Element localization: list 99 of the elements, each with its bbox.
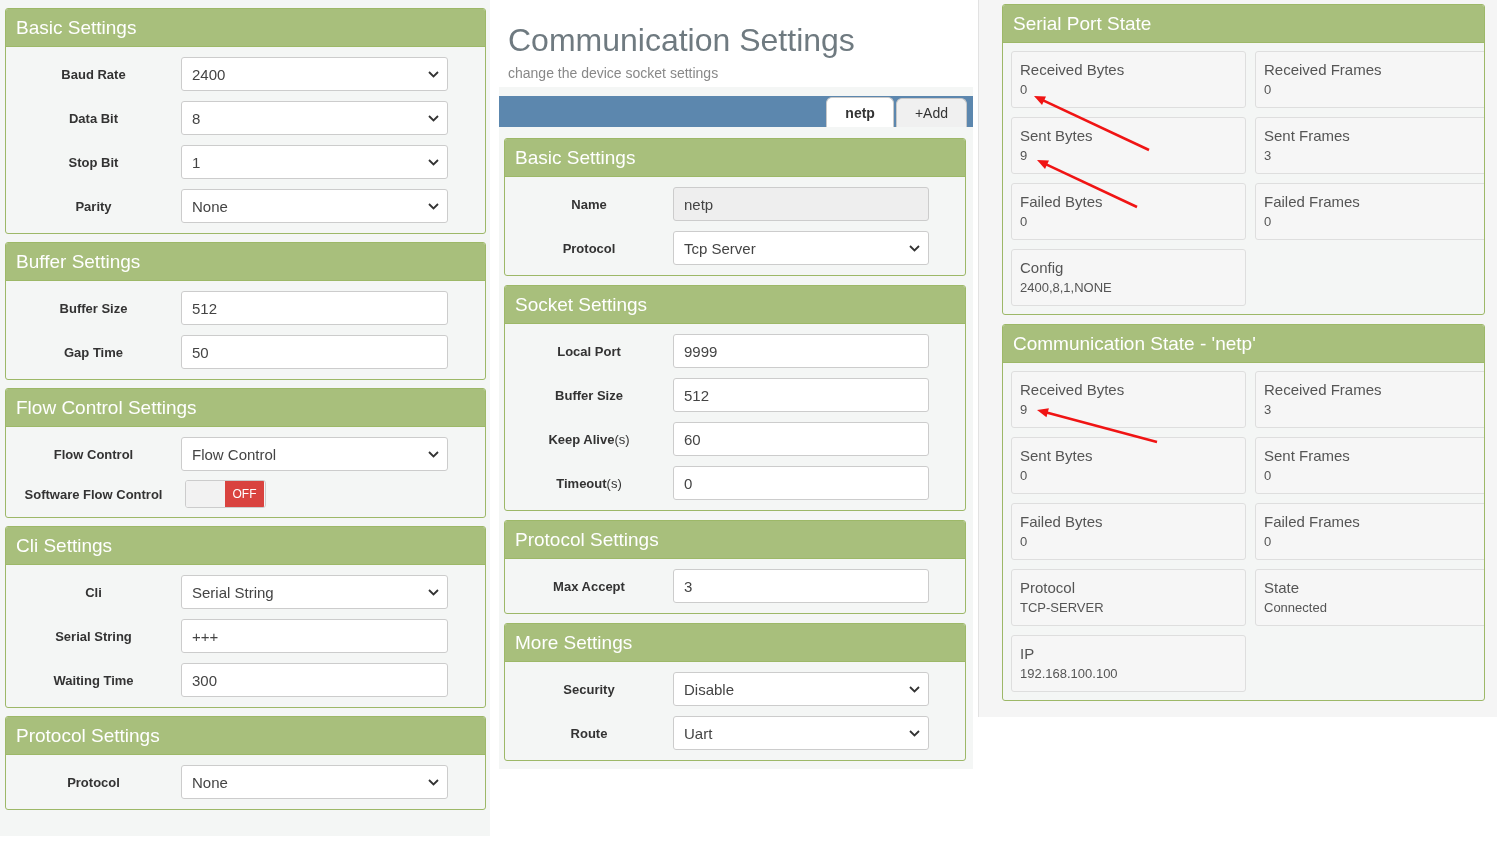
stat-value: 3: [1264, 402, 1273, 417]
stat-value: 0: [1020, 468, 1029, 483]
tab[interactable]: +Add: [895, 98, 967, 127]
field-label: Flow Control: [52, 446, 135, 462]
stat-label: IP: [1020, 645, 1036, 662]
select-field[interactable]: 8: [181, 101, 448, 135]
input-field[interactable]: 300: [181, 663, 448, 697]
field-label: Route: [569, 725, 609, 741]
stat-value: 0: [1020, 534, 1029, 549]
toggle-switch[interactable]: OFF: [185, 480, 266, 508]
input-field[interactable]: 0: [673, 466, 929, 500]
input-field[interactable]: 3: [673, 569, 929, 603]
stat-label: Failed Bytes: [1020, 193, 1104, 210]
panel-title: Socket Settings: [505, 286, 965, 324]
input-field[interactable]: netp: [673, 187, 929, 221]
field-label: Security: [562, 681, 616, 697]
stat-label: Received Frames: [1264, 381, 1383, 398]
stat-value: 0: [1020, 82, 1029, 97]
panel-title: Serial Port State: [1003, 5, 1484, 43]
page-title: Communication Settings: [508, 22, 856, 59]
field-label: Keep Alive(s): [547, 431, 631, 447]
select-field[interactable]: None: [181, 765, 448, 799]
stat-label: Received Frames: [1264, 61, 1383, 78]
stat-label: Failed Frames: [1264, 193, 1361, 210]
chevron-down-icon: [428, 202, 439, 210]
panel-title: Flow Control Settings: [6, 389, 485, 427]
stat-value: 3: [1264, 148, 1273, 163]
select-field[interactable]: 1: [181, 145, 448, 179]
stat-label: Received Bytes: [1020, 61, 1126, 78]
field-label: Baud Rate: [60, 66, 127, 82]
stat-value: 0: [1264, 82, 1273, 97]
panel-title: Cli Settings: [6, 527, 485, 565]
field-label: Stop Bit: [67, 154, 120, 170]
stat-value: 9: [1020, 148, 1029, 163]
input-field[interactable]: +++: [181, 619, 448, 653]
panel-title: Protocol Settings: [505, 521, 965, 559]
stat-label: Sent Bytes: [1020, 127, 1094, 144]
stat-label: Sent Frames: [1264, 447, 1351, 464]
input-field[interactable]: 50: [181, 335, 448, 369]
field-label: Gap Time: [63, 344, 124, 360]
chevron-down-icon: [428, 114, 439, 122]
select-field[interactable]: Uart: [673, 716, 929, 750]
stat-label: Config: [1020, 259, 1065, 276]
field-label: Protocol: [66, 774, 121, 790]
stat-value: 0: [1020, 214, 1029, 229]
chevron-down-icon: [428, 450, 439, 458]
field-label: Cli: [84, 584, 103, 600]
field-label: Software Flow Control: [23, 486, 164, 502]
stat-value: 0: [1264, 534, 1273, 549]
stat-label: State: [1264, 579, 1301, 596]
select-field[interactable]: None: [181, 189, 448, 223]
chevron-down-icon: [428, 70, 439, 78]
stat-label: Sent Frames: [1264, 127, 1351, 144]
select-field[interactable]: Disable: [673, 672, 929, 706]
panel-title: Basic Settings: [6, 9, 485, 47]
stat-value: TCP-SERVER: [1020, 600, 1105, 615]
stat-value: 0: [1264, 468, 1273, 483]
chevron-down-icon: [909, 729, 920, 737]
panel-title: Protocol Settings: [6, 717, 485, 755]
chevron-down-icon: [428, 778, 439, 786]
input-field[interactable]: 512: [673, 378, 929, 412]
tab[interactable]: netp: [826, 97, 894, 127]
field-label: Waiting Time: [52, 672, 135, 688]
stat-value: 2400,8,1,NONE: [1020, 280, 1113, 295]
select-field[interactable]: Serial String: [181, 575, 448, 609]
chevron-down-icon: [909, 685, 920, 693]
panel-title: Buffer Settings: [6, 243, 485, 281]
input-field[interactable]: 60: [673, 422, 929, 456]
stat-label: Failed Bytes: [1020, 513, 1104, 530]
stat-value: 0: [1264, 214, 1273, 229]
stat-label: Sent Bytes: [1020, 447, 1094, 464]
select-field[interactable]: Tcp Server: [673, 231, 929, 265]
stat-value: 192.168.100.100: [1020, 666, 1119, 681]
panel-title: Communication State - 'netp': [1003, 325, 1484, 363]
field-label: Serial String: [54, 628, 133, 644]
field-label: Data Bit: [67, 110, 120, 126]
input-field[interactable]: 512: [181, 291, 448, 325]
field-label: Name: [570, 196, 608, 212]
stat-label: Received Bytes: [1020, 381, 1126, 398]
stat-value: 9: [1020, 402, 1029, 417]
stat-value: Connected: [1264, 600, 1328, 615]
page-subtitle: change the device socket settings: [508, 65, 720, 81]
input-field[interactable]: 9999: [673, 334, 929, 368]
panel-title: Basic Settings: [505, 139, 965, 177]
field-label: Protocol: [561, 240, 617, 256]
field-label: Local Port: [556, 343, 622, 359]
field-label: Timeout(s): [555, 475, 623, 491]
field-label: Buffer Size: [58, 300, 129, 316]
field-label: Max Accept: [552, 578, 626, 594]
field-label: Buffer Size: [554, 387, 624, 403]
select-field[interactable]: Flow Control: [181, 437, 448, 471]
chevron-down-icon: [428, 588, 439, 596]
field-label: Parity: [74, 198, 113, 214]
chevron-down-icon: [909, 244, 920, 252]
panel-title: More Settings: [505, 624, 965, 662]
stat-label: Protocol: [1020, 579, 1077, 596]
stat-label: Failed Frames: [1264, 513, 1361, 530]
select-field[interactable]: 2400: [181, 57, 448, 91]
chevron-down-icon: [428, 158, 439, 166]
